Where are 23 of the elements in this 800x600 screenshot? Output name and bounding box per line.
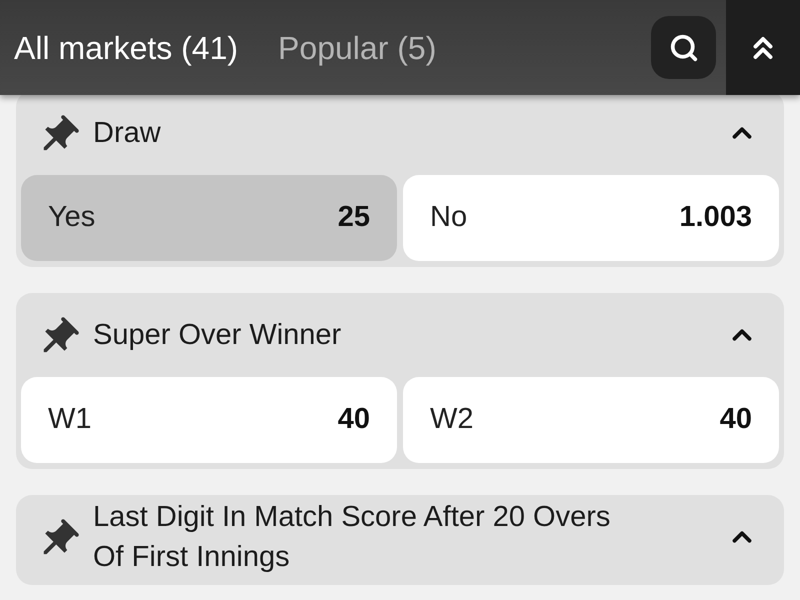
market-title: Super Over Winner — [93, 318, 342, 353]
search-button[interactable] — [651, 16, 716, 79]
odds-value: 40 — [338, 402, 370, 438]
pin-icon — [43, 115, 79, 151]
market-tab[interactable]: Popular (5) — [278, 32, 436, 64]
odds-value: 1.003 — [679, 200, 752, 236]
odds-button[interactable]: W2 40 — [403, 377, 779, 463]
pin-icon — [43, 519, 79, 555]
odds-value: 40 — [720, 402, 752, 438]
search-icon — [668, 32, 698, 62]
outcome-label: Yes — [48, 200, 96, 236]
market-tab[interactable]: All markets (41) — [14, 32, 238, 64]
market-title: Draw — [93, 116, 162, 151]
odds-button[interactable]: Yes 25 — [21, 175, 397, 261]
odds-button[interactable]: No 1.003 — [403, 175, 779, 261]
outcome-label: W1 — [48, 402, 92, 438]
odds-value: 25 — [338, 200, 370, 236]
outcome-label: W2 — [430, 402, 474, 438]
market-title: Last Digit In Match Score After 20 Overs Of First Innings — [93, 500, 612, 575]
odds-button[interactable]: W1 40 — [21, 377, 397, 463]
pin-icon — [43, 317, 79, 353]
outcome-label: No — [430, 200, 468, 236]
collapse-all-button[interactable] — [726, 0, 800, 95]
